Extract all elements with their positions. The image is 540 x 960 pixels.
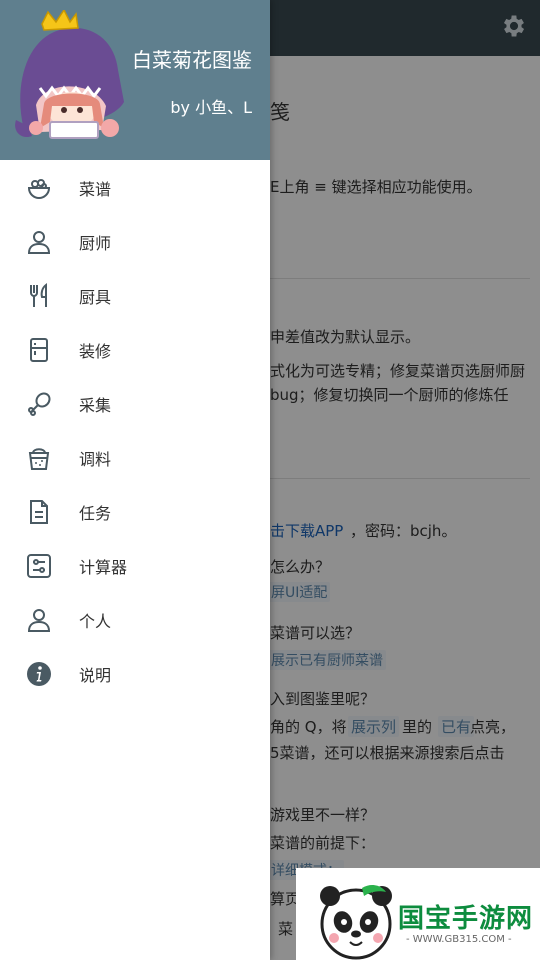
menu-item-personal[interactable]: 个人 (0, 592, 270, 646)
menu-item-gathering[interactable]: 采集 (0, 376, 270, 430)
menu-item-label: 说明 (79, 666, 112, 685)
watermark-brand: 国宝手游网 (398, 904, 534, 934)
menu-item-decoration[interactable]: 装修 (0, 322, 270, 376)
menu-item-label: 计算器 (79, 558, 128, 577)
fork-knife-icon (30, 283, 47, 307)
info-icon (27, 662, 51, 686)
calculator-icon (27, 554, 51, 578)
menu-item-label: 调料 (79, 450, 112, 469)
menu-item-label: 厨具 (79, 288, 112, 307)
app-author: by 小鱼、L (170, 98, 252, 117)
watermark-url: - WWW.GB315.COM - (406, 934, 512, 945)
menu-item-chefs[interactable]: 厨师 (0, 214, 270, 268)
menu-item-kitchenware[interactable]: 厨具 (0, 268, 270, 322)
menu-item-tasks[interactable]: 任务 (0, 484, 270, 538)
drumstick-icon (28, 392, 51, 416)
menu-item-label: 采集 (79, 396, 112, 415)
document-icon (30, 500, 48, 524)
panda-logo (320, 885, 392, 960)
drawer-header: 白菜菊花图鉴 by 小鱼、L (0, 0, 270, 160)
fridge-icon (30, 338, 48, 362)
menu-item-seasoning[interactable]: 调料 (0, 430, 270, 484)
menu-item-label: 菜谱 (79, 180, 112, 199)
watermark: 国宝手游网 - WWW.GB315.COM - (296, 868, 540, 960)
drawer-menu: 菜谱 厨师 厨具 装修 采集 调料 任务 计算器 个人 说明 (0, 160, 270, 700)
seasoning-jar-icon (28, 448, 50, 470)
menu-item-label: 厨师 (79, 234, 112, 253)
app-title: 白菜菊花图鉴 (132, 48, 252, 72)
menu-item-recipes[interactable]: 菜谱 (0, 160, 270, 214)
menu-item-label: 任务 (79, 504, 112, 523)
menu-item-help[interactable]: 说明 (0, 646, 270, 700)
person-icon (27, 231, 51, 254)
menu-item-calculator[interactable]: 计算器 (0, 538, 270, 592)
menu-item-label: 个人 (79, 612, 112, 631)
avatar-illustration (15, 10, 124, 139)
bowl-icon (27, 179, 51, 200)
navigation-drawer: 白菜菊花图鉴 by 小鱼、L 菜谱 厨师 厨具 装修 采集 调料 任务 计算器 … (0, 0, 270, 960)
user-icon (27, 609, 51, 632)
menu-item-label: 装修 (79, 342, 112, 361)
